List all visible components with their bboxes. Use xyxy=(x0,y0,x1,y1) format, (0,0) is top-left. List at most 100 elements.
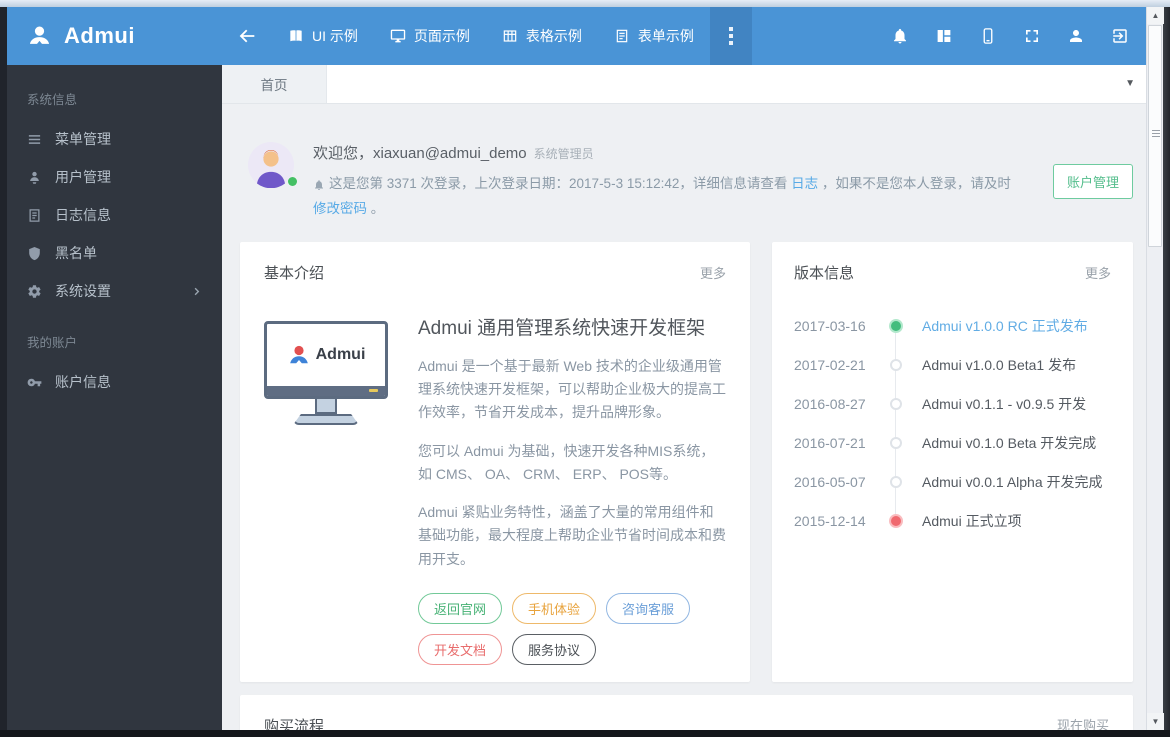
buy-now-link[interactable]: 现在购买 xyxy=(1057,715,1109,730)
log-link[interactable]: 日志 xyxy=(791,176,818,191)
monitor-logo-text: Admui xyxy=(315,345,366,363)
nav-item-label: 表格示例 xyxy=(525,28,582,44)
timeline-dot xyxy=(890,476,902,489)
welcome-message-mid: ，如果不是您本人登录，请及时 xyxy=(818,176,1011,191)
nav-more-button[interactable] xyxy=(709,7,752,65)
intro-heading: Admui 通用管理系统快速开发框架 xyxy=(418,317,706,339)
bell-icon xyxy=(894,28,906,44)
timeline-entry: Admui v0.0.1 Alpha 开发完成 xyxy=(922,474,1103,491)
sidebar-item-blacklist[interactable]: 黑名单 xyxy=(7,234,222,272)
monitor-led xyxy=(369,389,378,393)
timeline-entry: Admui v0.1.1 - v0.9.5 开发 xyxy=(922,396,1087,413)
sidebar-item-account-info[interactable]: 账户信息 xyxy=(7,363,222,401)
tab-list-caret-icon[interactable]: ▼ xyxy=(1125,78,1135,89)
timeline-row: 2017-03-16 Admui v1.0.0 RC 正式发布 xyxy=(794,307,1111,346)
book-icon xyxy=(288,28,304,44)
nav-item-table-demo[interactable]: 表格示例 xyxy=(486,7,598,65)
nav-item-page-demo[interactable]: 页面示例 xyxy=(374,7,486,65)
timeline-row: 2015-12-14 Admui 正式立项 xyxy=(794,502,1111,541)
intro-card-more-link[interactable]: 更多 xyxy=(700,263,726,282)
fullscreen-button[interactable] xyxy=(1010,7,1054,65)
tab-home[interactable]: 首页 xyxy=(222,65,327,103)
top-navbar: Admui UI 示例 页面示例 表格示例 表单示例 xyxy=(7,7,1146,65)
scrollbar-down-arrow[interactable]: ▼ xyxy=(1147,713,1164,730)
window-top-edge xyxy=(0,0,1170,7)
admui-logo-icon xyxy=(26,23,53,50)
scrollbar-up-arrow[interactable]: ▲ xyxy=(1147,7,1164,24)
nav-item-label: UI 示例 xyxy=(312,28,358,44)
shield-icon xyxy=(27,246,42,261)
nav-back-button[interactable] xyxy=(222,7,272,65)
intro-paragraph-3: Admui 紧贴业务特性，涵盖了大量的常用组件和基础功能，最大程度上帮助企业节省… xyxy=(418,504,726,567)
sidebar: 系统信息 菜单管理 用户管理 日志信息 黑名单 系统设置 我的账户 账户信息 xyxy=(7,65,222,730)
timeline-entry-link[interactable]: Admui v1.0.0 RC 正式发布 xyxy=(922,316,1088,336)
intro-card-title: 基本介绍 xyxy=(264,264,325,282)
timeline-date: 2017-02-21 xyxy=(794,357,866,374)
layout-button[interactable] xyxy=(922,7,966,65)
sidebar-item-menu-management[interactable]: 菜单管理 xyxy=(7,120,222,158)
sidebar-item-log-info[interactable]: 日志信息 xyxy=(7,196,222,234)
official-site-pill[interactable]: 返回官网 xyxy=(418,592,503,624)
mobile-experience-pill[interactable]: 手机体验 xyxy=(512,592,597,624)
timeline-dot-red xyxy=(889,514,903,529)
form-icon xyxy=(614,28,630,44)
table-icon xyxy=(502,28,518,44)
window-right-edge xyxy=(1163,7,1170,737)
welcome-message: 这是您第 3371 次登录，上次登录日期：2017-5-3 15:12:42，详… xyxy=(313,172,1027,222)
timeline-date: 2015-12-14 xyxy=(794,513,866,530)
intro-paragraph-1: Admui 是一个基于最新 Web 技术的企业级通用管理系统快速开发框架，可以帮… xyxy=(418,357,726,421)
gear-icon xyxy=(27,284,42,299)
notifications-button[interactable] xyxy=(878,7,922,65)
customer-service-pill[interactable]: 咨询客服 xyxy=(606,592,691,624)
timeline-row: 2016-08-27 Admui v0.1.1 - v0.9.5 开发 xyxy=(794,385,1111,424)
welcome-banner: 欢迎您，xiaxuan@admui_demo 系统管理员 这是您第 3371 次登… xyxy=(240,142,1133,222)
timeline-dot xyxy=(890,359,902,372)
timeline-dot-green xyxy=(889,319,903,334)
avatar xyxy=(248,142,297,188)
timeline-entry: Admui v0.1.0 Beta 开发完成 xyxy=(922,435,1097,452)
app-window: Admui UI 示例 页面示例 表格示例 表单示例 系统信息 菜单管理 用户管… xyxy=(7,7,1146,730)
purchase-card: 购买流程 现在购买 xyxy=(240,694,1133,730)
welcome-greeting: 欢迎您，xiaxuan@admui_demo xyxy=(313,145,527,162)
brand[interactable]: Admui xyxy=(7,7,222,65)
scrollbar-grip xyxy=(1152,130,1160,137)
timeline-date: 2016-08-27 xyxy=(794,396,866,413)
timeline-row: 2016-07-21 Admui v0.1.0 Beta 开发完成 xyxy=(794,424,1111,463)
user-icon xyxy=(27,170,42,185)
account-manage-button[interactable]: 账户管理 xyxy=(1052,164,1133,200)
welcome-message-pre: 这是您第 3371 次登录，上次登录日期：2017-5-3 15:12:42，详… xyxy=(329,176,792,191)
timeline-date: 2017-03-16 xyxy=(794,318,866,335)
logout-button[interactable] xyxy=(1098,7,1142,65)
nav-item-form-demo[interactable]: 表单示例 xyxy=(598,7,710,65)
menu-icon xyxy=(27,132,42,147)
bell-small-icon xyxy=(313,179,325,191)
online-status-dot xyxy=(288,177,297,186)
timeline-row: 2017-02-21 Admui v1.0.0 Beta1 发布 xyxy=(794,346,1111,385)
sidebar-item-label: 系统设置 xyxy=(55,283,111,299)
content-area: 欢迎您，xiaxuan@admui_demo 系统管理员 这是您第 3371 次登… xyxy=(222,104,1146,730)
timeline-entry: Admui v1.0.0 Beta1 发布 xyxy=(922,357,1077,374)
timeline-date: 2016-05-07 xyxy=(794,474,866,491)
file-icon xyxy=(27,208,42,223)
timeline-date: 2016-07-21 xyxy=(794,435,866,452)
window-scrollbar[interactable]: ▲ ▼ xyxy=(1146,7,1164,730)
sidebar-item-user-management[interactable]: 用户管理 xyxy=(7,158,222,196)
dev-docs-pill[interactable]: 开发文档 xyxy=(418,633,503,665)
sidebar-item-system-settings[interactable]: 系统设置 xyxy=(7,272,222,310)
logout-icon xyxy=(1113,29,1127,43)
window-bottom-edge xyxy=(0,730,1170,737)
profile-button[interactable] xyxy=(1054,7,1098,65)
sidebar-item-label: 账户信息 xyxy=(55,374,111,390)
change-password-link[interactable]: 修改密码 xyxy=(313,201,367,216)
tab-home-label: 首页 xyxy=(260,78,288,93)
scrollbar-thumb[interactable] xyxy=(1148,25,1162,247)
sidebar-section-system: 系统信息 xyxy=(27,93,78,107)
fullscreen-icon xyxy=(1026,30,1038,42)
mobile-view-button[interactable] xyxy=(966,7,1010,65)
service-agreement-pill[interactable]: 服务协议 xyxy=(512,633,597,665)
key-icon xyxy=(27,375,42,390)
display-icon xyxy=(390,28,406,44)
nav-item-ui-demo[interactable]: UI 示例 xyxy=(272,7,374,65)
nav-item-label: 页面示例 xyxy=(413,28,470,44)
version-card-more-link[interactable]: 更多 xyxy=(1085,263,1111,282)
